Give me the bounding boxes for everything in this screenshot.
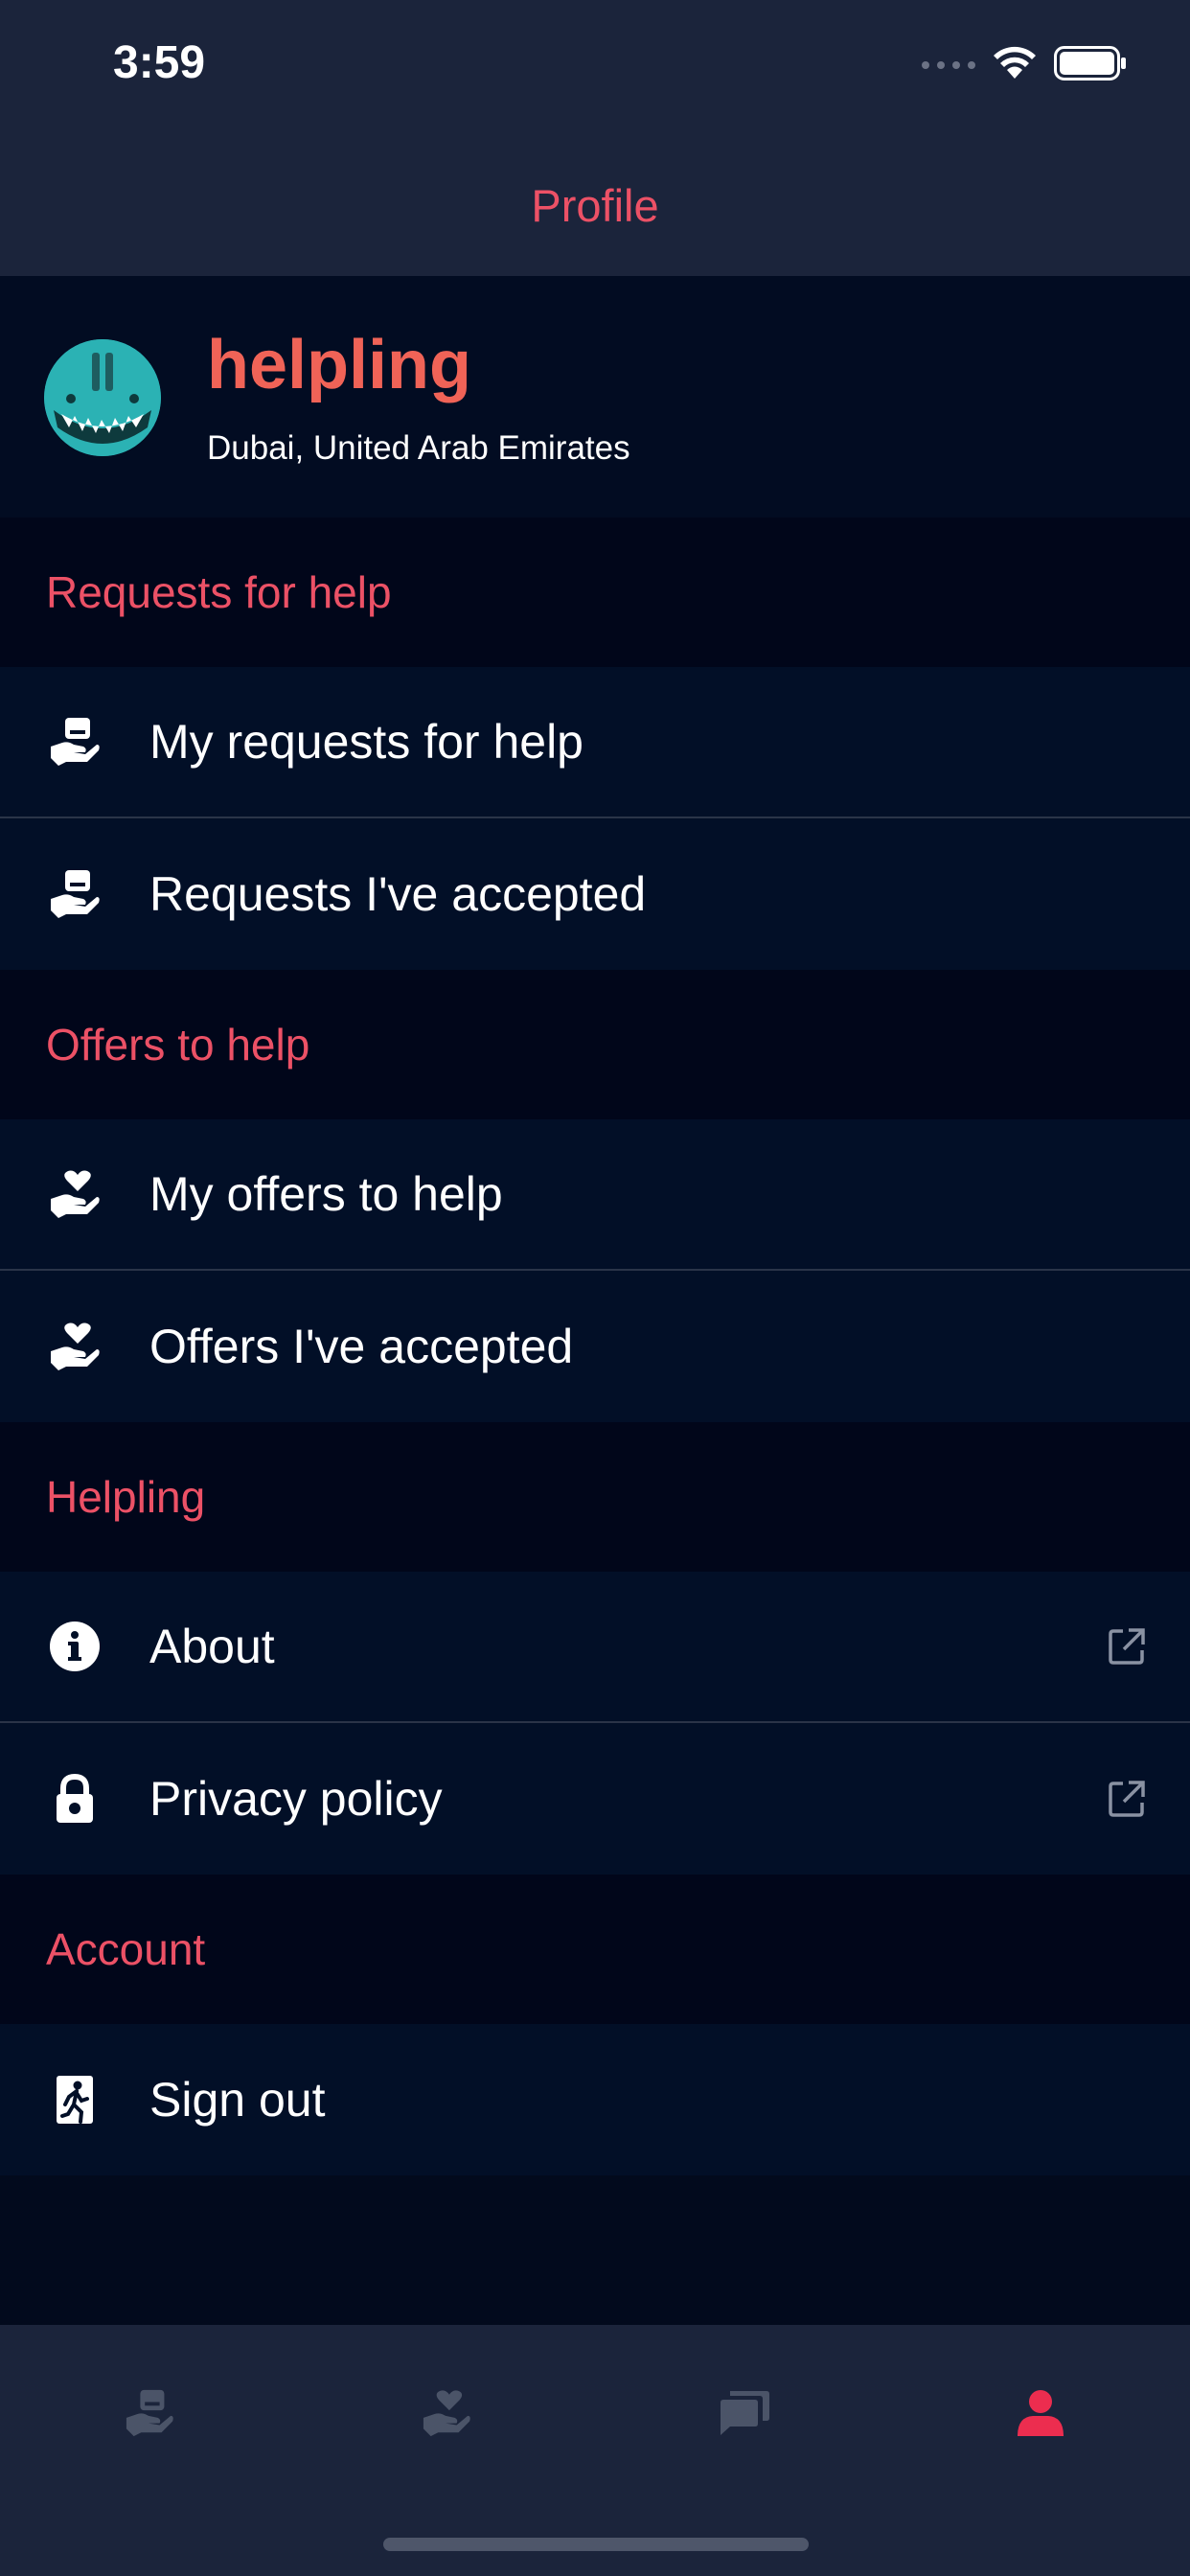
menu-item-requests-accepted[interactable]: Requests I've accepted bbox=[0, 818, 1190, 970]
section-title: Helpling bbox=[46, 1472, 206, 1522]
status-time: 3:59 bbox=[113, 37, 206, 88]
battery-icon bbox=[1054, 45, 1127, 85]
external-link-icon bbox=[1106, 1625, 1148, 1668]
section-title: Requests for help bbox=[46, 567, 392, 617]
wifi-icon bbox=[993, 46, 1037, 85]
menu-item-my-requests[interactable]: My requests for help bbox=[0, 667, 1190, 818]
menu-item-privacy-policy[interactable]: Privacy policy bbox=[0, 1723, 1190, 1874]
section-header-helpling: Helpling bbox=[0, 1422, 1190, 1572]
menu-item-offers-accepted[interactable]: Offers I've accepted bbox=[0, 1271, 1190, 1422]
menu-item-label: Sign out bbox=[149, 2073, 326, 2127]
section-header-requests: Requests for help bbox=[0, 518, 1190, 667]
profile-card: helpling Dubai, United Arab Emirates bbox=[0, 276, 1190, 518]
chat-icon bbox=[717, 2389, 770, 2442]
section-title: Account bbox=[46, 1924, 206, 1974]
avatar bbox=[44, 339, 161, 456]
section-title: Offers to help bbox=[46, 1020, 310, 1070]
profile-name: helpling bbox=[207, 327, 471, 403]
hand-heart-icon bbox=[44, 1316, 105, 1377]
external-link-icon bbox=[1106, 1778, 1148, 1820]
tab-messages[interactable] bbox=[686, 2367, 801, 2463]
menu-item-label: My requests for help bbox=[149, 715, 584, 769]
lock-icon bbox=[44, 1768, 105, 1829]
tab-offers[interactable] bbox=[389, 2367, 504, 2463]
status-bar: 3:59 bbox=[0, 0, 1190, 134]
hand-heart-icon bbox=[422, 2388, 471, 2443]
page-title: Profile bbox=[531, 179, 659, 231]
sign-out-button[interactable]: Sign out bbox=[0, 2024, 1190, 2175]
profile-location: Dubai, United Arab Emirates bbox=[207, 429, 630, 467]
menu-item-about[interactable]: About bbox=[0, 1572, 1190, 1723]
hand-heart-icon bbox=[44, 1163, 105, 1225]
hand-package-icon bbox=[44, 711, 105, 772]
hand-package-icon bbox=[125, 2388, 174, 2443]
info-icon bbox=[44, 1616, 105, 1677]
menu-item-label: Requests I've accepted bbox=[149, 867, 647, 921]
tab-profile[interactable] bbox=[983, 2367, 1098, 2463]
menu-item-my-offers[interactable]: My offers to help bbox=[0, 1119, 1190, 1271]
section-header-offers: Offers to help bbox=[0, 970, 1190, 1119]
status-icons bbox=[922, 44, 1127, 86]
user-icon bbox=[1016, 2388, 1065, 2443]
menu-item-label: Privacy policy bbox=[149, 1772, 443, 1826]
nav-header: Profile bbox=[0, 134, 1190, 276]
tab-requests[interactable] bbox=[92, 2367, 207, 2463]
menu-item-label: Offers I've accepted bbox=[149, 1320, 574, 1373]
menu-item-label: My offers to help bbox=[149, 1167, 503, 1221]
home-indicator bbox=[383, 2538, 809, 2551]
sign-out-icon bbox=[44, 2069, 105, 2130]
hand-package-icon bbox=[44, 863, 105, 925]
cellular-signal-icon bbox=[922, 57, 975, 75]
section-header-account: Account bbox=[0, 1874, 1190, 2024]
menu-item-label: About bbox=[149, 1620, 275, 1673]
